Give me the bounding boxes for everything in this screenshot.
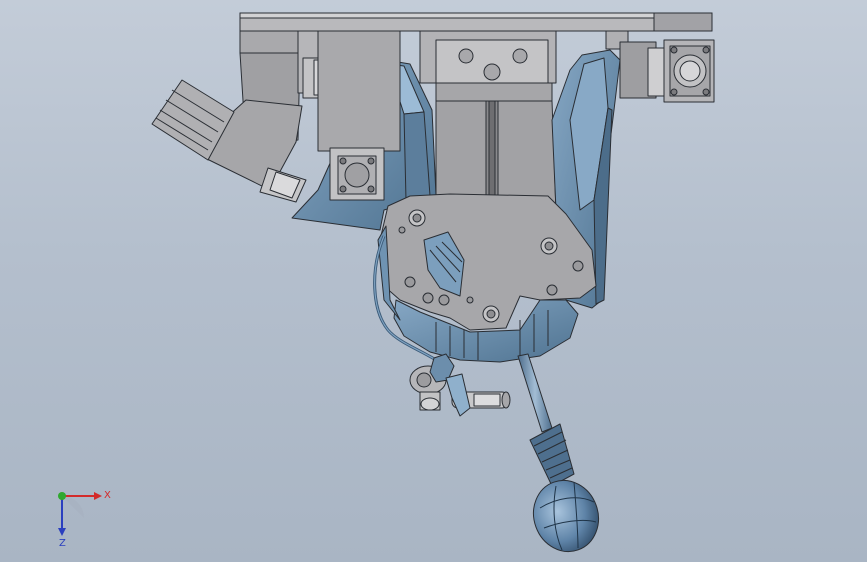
y-axis-dot-icon [58,492,66,500]
assembly-model[interactable] [0,0,867,562]
shifter-lever [517,353,599,553]
z-axis-label: Z [59,538,66,549]
x-axis-label: X [104,490,111,501]
right-cylinder [605,30,715,103]
x-axis-arrow-icon [94,492,102,500]
cad-viewport[interactable]: X Z [0,0,867,562]
switch-connector [409,353,511,417]
top-plate [239,12,713,32]
z-axis-arrow-icon [58,528,66,536]
axis-triad: X Z [58,490,111,549]
